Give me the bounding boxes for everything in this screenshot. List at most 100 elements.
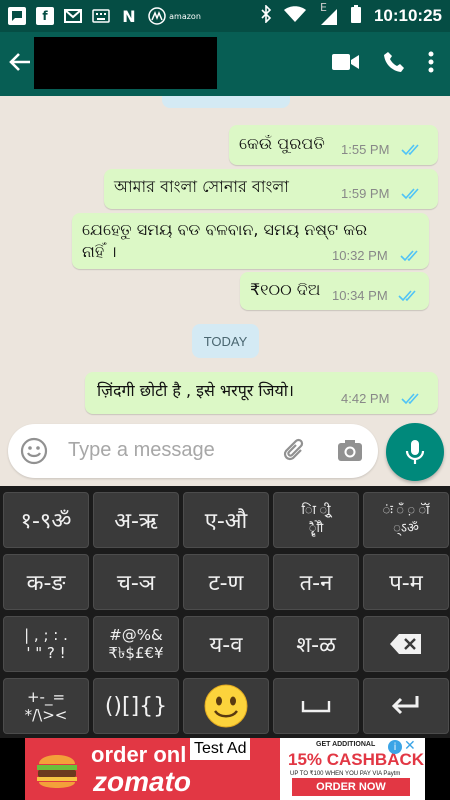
key-label: ्ऽॐ [393, 521, 419, 536]
key-label: ाि ीुू [301, 503, 331, 518]
key-ya-va[interactable]: य-व [183, 616, 269, 672]
read-ticks-icon [401, 144, 419, 156]
key-matras[interactable]: ाि ीुू ृॄेैोौ [273, 492, 359, 548]
backspace-key[interactable] [363, 616, 449, 672]
key-label: ट-ण [208, 571, 244, 596]
signal-icon: E [318, 1, 338, 25]
key-label: ₹৳$£€¥ [108, 644, 164, 662]
ad-order-now-button[interactable]: ORDER NOW [292, 778, 410, 796]
camera-icon [338, 440, 362, 461]
read-ticks-icon [400, 250, 418, 262]
message-placeholder: Type a message [68, 439, 215, 461]
key-label: ंः ँ ़ ॅॉ [382, 503, 430, 518]
more-options-button[interactable] [428, 51, 434, 77]
key-operators[interactable]: +-_= */\>< [3, 678, 89, 734]
ad-banner[interactable]: order onl zomato Test Ad GET ADDITIONAL … [0, 738, 450, 800]
space-icon [301, 701, 331, 713]
message-bubble[interactable]: ज़िंदगी छोटी है , इसे भरपूर जियो। 4:42 P… [85, 372, 438, 414]
emoji-icon [20, 437, 48, 465]
key-label: #@%& [109, 626, 163, 644]
read-ticks-icon [398, 290, 416, 302]
key-label: */\>< [24, 706, 68, 724]
key-label: ()[]{} [104, 693, 168, 719]
read-ticks-icon [401, 393, 419, 405]
message-bubble[interactable]: ₹୧୦୦ ଦିଅ 10:34 PM [240, 272, 429, 310]
message-text: ₹୧୦୦ ଦିଅ [250, 280, 321, 299]
key-label: प-म [389, 571, 423, 596]
back-arrow-icon [9, 52, 31, 76]
amazon-icon: amazon [169, 11, 201, 21]
ad-creative[interactable]: order onl zomato Test Ad GET ADDITIONAL … [25, 738, 425, 800]
message-text: ज़िंदगी छोटी है , इसे भरपूर जियो। [97, 381, 294, 400]
attach-button[interactable] [282, 438, 308, 464]
message-text-line: ନାହିଁ । [82, 242, 117, 261]
key-label: य-व [209, 633, 243, 658]
attach-icon [283, 438, 304, 461]
key-label: त-न [299, 571, 333, 596]
bluetooth-icon [260, 4, 272, 27]
backspace-icon [390, 634, 421, 654]
mic-button[interactable] [386, 423, 444, 481]
key-label: क-ङ [26, 571, 66, 596]
video-call-button[interactable] [332, 53, 360, 75]
message-time: 10:34 PM [332, 288, 388, 303]
message-time: 4:42 PM [341, 391, 390, 406]
key-label: ृॄेैोौ [308, 521, 324, 536]
chat-bubble-icon [8, 7, 26, 25]
key-ta-na[interactable]: ट-ण [183, 554, 269, 610]
emoji-key[interactable] [183, 678, 269, 734]
key-vowels-e[interactable]: ए-औ [183, 492, 269, 548]
motorola-icon [148, 7, 166, 25]
message-time: 1:55 PM [341, 142, 390, 157]
key-numbers[interactable]: १-९ॐ [3, 492, 89, 548]
key-cha-nya[interactable]: च-ञ [93, 554, 179, 610]
date-separator-partial [162, 96, 290, 108]
camera-button[interactable] [336, 438, 364, 464]
burger-icon [37, 755, 77, 788]
chat-area[interactable]: କେଉଁ ପୁରପତି 1:55 PM আমার বাংলা সোনার বাং… [0, 96, 450, 418]
contact-name-redacted[interactable] [34, 37, 217, 89]
smiley-emoji-icon [204, 684, 248, 728]
key-sha-lla[interactable]: श-ळ [273, 616, 359, 672]
message-input[interactable]: Type a message [8, 424, 378, 478]
key-tha-na[interactable]: त-न [273, 554, 359, 610]
space-key[interactable] [273, 678, 359, 734]
key-brackets[interactable]: ()[]{} [93, 678, 179, 734]
status-bar: f N amazon E 10:10:25 [0, 0, 450, 32]
key-signs[interactable]: ंः ँ ़ ॅॉ ्ऽॐ [363, 492, 449, 548]
message-bubble[interactable]: କେଉଁ ପୁରପତି 1:55 PM [229, 125, 438, 165]
message-bubble[interactable]: ଯେହେତୁ ସମୟ ବଡ ବଳବାନ, ସମୟ ନଷ୍ଟ କର ନାହିଁ ।… [72, 213, 429, 269]
key-label: १-९ॐ [20, 509, 72, 534]
ad-offer-detail: UP TO ₹100 WHEN YOU PAY VIA Paytm [290, 771, 401, 777]
keyboard: १-९ॐ अ-ऋ ए-औ ाि ीुू ृॄेैोौ ंः ँ ़ ॅॉ ्ऽॐ… [0, 486, 450, 738]
ad-close-icon[interactable]: ✕ [404, 738, 416, 754]
ad-info-icon[interactable]: i [388, 740, 402, 754]
emoji-button[interactable] [20, 437, 48, 465]
key-label: ए-औ [204, 509, 248, 534]
message-time: 1:59 PM [341, 186, 390, 201]
key-symbols[interactable]: #@%& ₹৳$£€¥ [93, 616, 179, 672]
ad-offer-intro: GET ADDITIONAL [316, 741, 376, 748]
enter-icon [391, 696, 419, 715]
battery-icon [350, 5, 362, 27]
key-vowels-a[interactable]: अ-ऋ [93, 492, 179, 548]
key-pa-ma[interactable]: प-म [363, 554, 449, 610]
facebook-icon: f [36, 7, 54, 25]
compose-bar: Type a message [0, 418, 450, 486]
read-ticks-icon [401, 188, 419, 200]
key-label: श-ळ [296, 633, 336, 658]
key-punctuation[interactable]: | , ; : . ' " ? ! [3, 616, 89, 672]
phone-icon [384, 52, 404, 72]
key-label: अ-ऋ [114, 509, 158, 534]
message-bubble[interactable]: আমার বাংলা সোনার বাংলা 1:59 PM [104, 169, 438, 209]
enter-key[interactable] [363, 678, 449, 734]
message-text: କେଉଁ ପୁରପତି [239, 134, 325, 153]
mic-icon [405, 440, 425, 464]
key-label: च-ञ [116, 571, 156, 596]
video-call-icon [332, 54, 359, 70]
key-ka-nga[interactable]: क-ङ [3, 554, 89, 610]
message-text: আমার বাংলা সোনার বাংলা [114, 177, 289, 196]
voice-call-button[interactable] [382, 50, 406, 78]
key-label: ' " ? ! [26, 644, 66, 662]
message-time: 10:32 PM [332, 248, 388, 263]
